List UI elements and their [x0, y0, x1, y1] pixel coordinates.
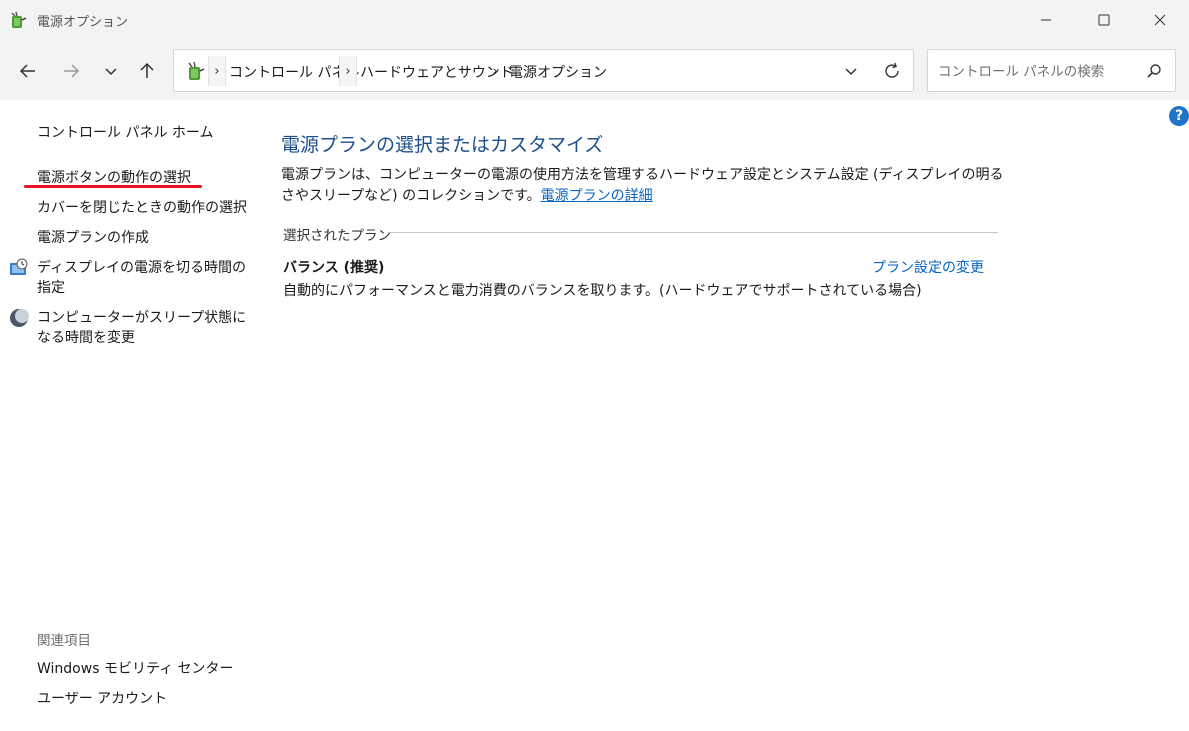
search-box — [927, 49, 1176, 92]
recent-locations-button[interactable] — [96, 56, 126, 86]
help-icon[interactable]: ? — [1169, 106, 1189, 126]
breadcrumb-chevron[interactable]: › — [208, 56, 226, 86]
close-icon — [1154, 14, 1166, 26]
up-button[interactable] — [132, 56, 162, 86]
chevron-down-icon — [105, 68, 117, 76]
breadcrumb-chevron[interactable]: › — [487, 56, 503, 86]
breadcrumb-chevron[interactable]: › — [339, 56, 357, 86]
plan-name: バランス (推奨) — [283, 260, 385, 276]
sidebar-user-accounts[interactable]: ユーザー アカウント — [37, 689, 167, 709]
arrow-left-icon — [19, 64, 35, 78]
window-title: 電源オプション — [37, 15, 129, 30]
maximize-icon — [1098, 14, 1110, 26]
minimize-button[interactable] — [1017, 0, 1075, 40]
sidebar-display-off-time[interactable]: ディスプレイの電源を切る時間の指定 — [37, 258, 247, 298]
sidebar-mobility-center[interactable]: Windows モビリティ センター — [37, 659, 234, 679]
minimize-icon — [1041, 19, 1051, 21]
page-description: 電源プランは、コンピューターの電源の使用方法を管理するハードウェア設定とシステム… — [281, 165, 1011, 207]
red-underline-annotation — [24, 185, 202, 188]
maximize-button[interactable] — [1075, 0, 1133, 40]
breadcrumb-power-options[interactable]: 電源オプション — [509, 62, 607, 82]
sidebar-create-power-plan[interactable]: 電源プランの作成 — [37, 228, 149, 248]
address-dropdown-button[interactable] — [838, 58, 864, 84]
address-bar[interactable]: › コントロール パネル › ハードウェアとサウンド › 電源オプション — [173, 49, 914, 92]
power-options-icon — [188, 61, 205, 80]
sidebar-sleep-time[interactable]: コンピューターがスリープ状態になる時間を変更 — [37, 308, 247, 348]
arrow-up-icon — [140, 62, 154, 78]
refresh-button[interactable] — [879, 58, 905, 84]
back-button[interactable] — [13, 56, 43, 86]
page-title: 電源プランの選択またはカスタマイズ — [281, 134, 604, 156]
power-options-icon — [11, 11, 27, 28]
sleep-moon-icon — [10, 309, 29, 327]
refresh-icon — [885, 62, 899, 78]
close-button[interactable] — [1131, 0, 1189, 40]
selected-plan-heading: 選択されたプラン — [283, 228, 391, 244]
sidebar-choose-lid-close[interactable]: カバーを閉じたときの動作の選択 — [37, 198, 247, 218]
group-divider — [388, 232, 998, 233]
display-timer-icon — [10, 258, 28, 275]
search-input[interactable] — [936, 60, 1140, 84]
forward-button[interactable] — [56, 56, 86, 86]
search-icon — [1147, 64, 1161, 78]
title-bar: 電源オプション — [0, 0, 1189, 40]
related-items-heading: 関連項目 — [37, 633, 91, 649]
arrow-right-icon — [64, 64, 80, 78]
search-button[interactable] — [1144, 61, 1164, 81]
sidebar-control-panel-home[interactable]: コントロール パネル ホーム — [37, 123, 213, 143]
change-plan-settings-link[interactable]: プラン設定の変更 — [872, 257, 984, 277]
chevron-down-icon — [845, 68, 857, 76]
plan-description: 自動的にパフォーマンスと電力消費のバランスを取ります。(ハードウェアでサポートさ… — [283, 283, 922, 299]
power-plan-details-link[interactable]: 電源プランの詳細 — [541, 188, 653, 204]
